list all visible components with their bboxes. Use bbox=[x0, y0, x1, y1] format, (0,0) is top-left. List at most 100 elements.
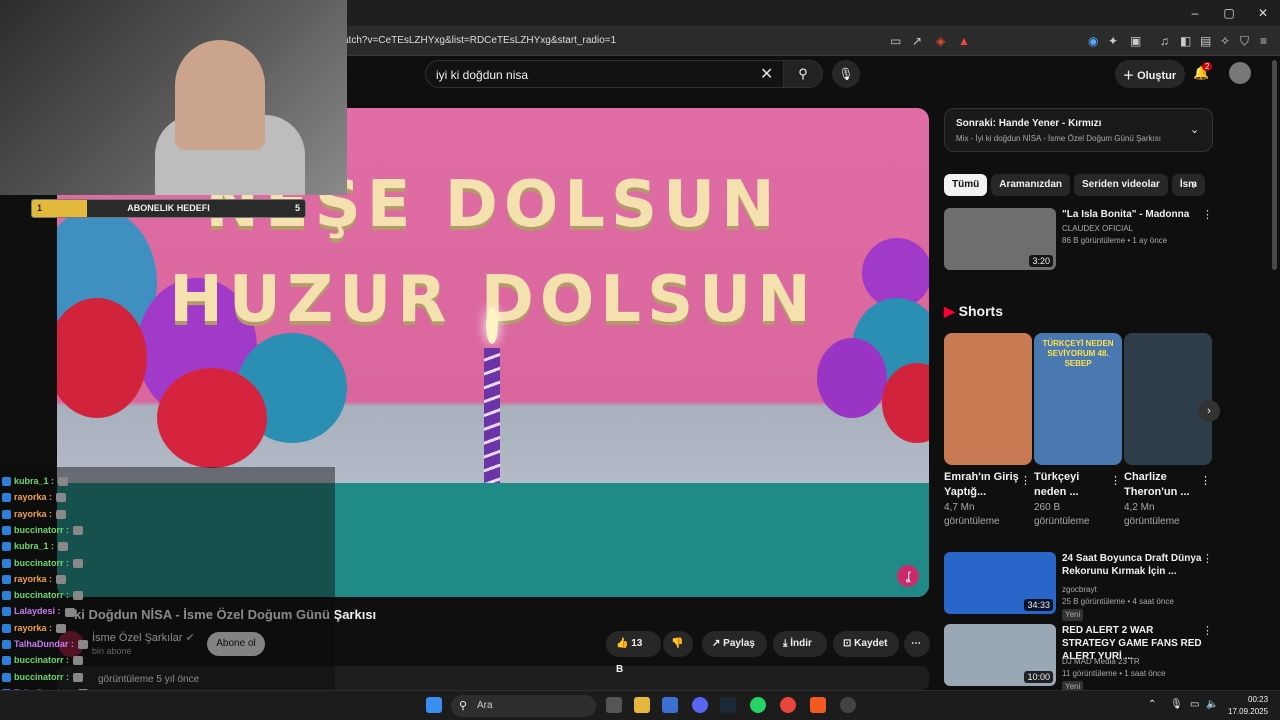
chip-name[interactable]: İsm bbox=[1171, 174, 1206, 196]
chevron-right-icon[interactable]: › bbox=[1192, 178, 1196, 192]
dislike-button[interactable]: 👎 bbox=[663, 631, 693, 657]
chat-message: kubra_1 : bbox=[2, 476, 69, 487]
file-explorer-icon[interactable] bbox=[634, 697, 650, 713]
short-thumbnail[interactable] bbox=[944, 333, 1032, 465]
download-button[interactable]: ⤓ İndir bbox=[773, 631, 827, 657]
short-thumbnail[interactable]: TÜRKÇEYİ NEDEN SEVİYORUM 48. SEBEP bbox=[1034, 333, 1122, 465]
volume-icon[interactable]: 🔈 bbox=[1206, 699, 1218, 710]
emote-icon bbox=[64, 607, 75, 617]
restore-button[interactable]: ▢ bbox=[1212, 6, 1246, 20]
more-icon[interactable]: ⋮ bbox=[1202, 208, 1213, 221]
more-icon[interactable]: ⋮ bbox=[1110, 474, 1121, 487]
brave-rewards-icon[interactable]: ▲ bbox=[958, 34, 970, 48]
voice-search-button[interactable]: 🎙 bbox=[832, 60, 860, 88]
rec-thumbnail[interactable]: 10:00 bbox=[944, 624, 1056, 686]
chat-username: Lalaydesi : bbox=[14, 606, 61, 617]
close-button[interactable]: ✕ bbox=[1246, 6, 1280, 20]
save-button[interactable]: ⊡ Kaydet bbox=[833, 631, 899, 657]
more-icon[interactable]: ⋮ bbox=[1202, 552, 1213, 565]
taskbar-search[interactable]: Ara bbox=[451, 695, 596, 717]
short-title[interactable]: Emrah'ın Giriş Yaptığ... bbox=[944, 470, 1019, 500]
store-icon[interactable] bbox=[662, 697, 678, 713]
chat-message: rayorka : bbox=[2, 509, 67, 519]
search-input[interactable]: iyi ki doğdun nisa bbox=[425, 60, 792, 88]
rec-title[interactable]: 24 Saat Boyunca Draft Dünya Rekorunu Kır… bbox=[1062, 552, 1202, 578]
ai-icon[interactable]: ✧ bbox=[1220, 34, 1230, 48]
chat-message: rayorka : bbox=[2, 573, 67, 584]
tray-chevron-icon[interactable]: ⌃ bbox=[1148, 699, 1156, 710]
chip-from-search[interactable]: Aramanızdan bbox=[991, 174, 1071, 196]
new-badge: Yeni bbox=[1062, 609, 1084, 621]
share-button[interactable]: ↗ Paylaş bbox=[702, 631, 767, 657]
user-badge-icon bbox=[2, 477, 11, 486]
share-label: Paylaş bbox=[723, 638, 755, 649]
more-actions-button[interactable]: ⋯ bbox=[904, 631, 930, 657]
rec-channel[interactable]: CLAUDEX OFICIAL bbox=[1062, 223, 1202, 235]
up-next-panel[interactable]: Sonraki: Hande Yener - Kırmızı Mix - İyi… bbox=[944, 108, 1213, 152]
chip-series[interactable]: Seriden videolar bbox=[1074, 174, 1168, 196]
rec-thumbnail[interactable]: 34:33 bbox=[944, 552, 1056, 614]
like-button[interactable]: 👍 13 B bbox=[606, 631, 661, 675]
short-title[interactable]: Türkçeyi neden ... bbox=[1034, 470, 1109, 500]
rec-thumbnail[interactable]: 3:20 bbox=[944, 208, 1056, 270]
audio-icon[interactable]: ◉ bbox=[1088, 34, 1098, 48]
chat-username: kubra_1 : bbox=[14, 541, 55, 552]
wallet-icon[interactable]: ▤ bbox=[1200, 34, 1211, 48]
discord-icon[interactable] bbox=[692, 697, 708, 713]
emote-icon bbox=[56, 493, 67, 503]
more-icon[interactable]: ⋮ bbox=[1020, 474, 1031, 487]
emote-icon bbox=[73, 656, 84, 666]
brave-icon[interactable] bbox=[810, 697, 826, 713]
media-icon[interactable]: ♫ bbox=[1160, 34, 1169, 48]
chip-all[interactable]: Tümü bbox=[944, 174, 988, 196]
share-icon[interactable]: ↗ bbox=[912, 34, 922, 48]
time: 00:23 bbox=[1248, 695, 1269, 704]
minimize-button[interactable]: – bbox=[1178, 6, 1212, 20]
user-badge-icon bbox=[2, 591, 11, 601]
screenshot-icon[interactable]: ▣ bbox=[1130, 34, 1141, 48]
chat-message: buccinatorr : bbox=[2, 672, 84, 682]
vpn-icon[interactable]: ⛉ bbox=[1240, 34, 1249, 49]
clear-search-icon[interactable]: ✕ bbox=[760, 64, 773, 84]
shorts-next-button[interactable]: › bbox=[1198, 400, 1220, 422]
sidebar-icon[interactable]: ◧ bbox=[1180, 34, 1191, 48]
chat-username: rayorka : bbox=[14, 573, 53, 584]
scrollbar[interactable] bbox=[1272, 60, 1277, 270]
rec-stats: 86 B görüntüleme • 1 ay önce bbox=[1062, 236, 1168, 245]
emote-icon bbox=[56, 509, 67, 519]
mic-tray-icon[interactable]: 🎙 bbox=[1170, 699, 1183, 710]
thumbs-up-icon: 👍 bbox=[616, 638, 632, 649]
cast-icon[interactable]: ▭ bbox=[890, 34, 901, 48]
obs-icon[interactable] bbox=[840, 697, 856, 713]
subscriber-goal-bar: 1 ABONELIK HEDEFI 5 bbox=[31, 199, 306, 218]
chat-message: rayorka : bbox=[2, 623, 67, 633]
chat-message: Lalaydesi : bbox=[2, 606, 75, 617]
user-badge-icon bbox=[2, 607, 11, 617]
start-icon[interactable] bbox=[426, 697, 442, 713]
create-button[interactable]: ＋ Oluştur bbox=[1115, 60, 1185, 88]
emote-icon bbox=[58, 542, 69, 552]
whatsapp-icon[interactable] bbox=[750, 697, 766, 713]
rec-channel[interactable]: DJ MAD Media 23 TR bbox=[1062, 656, 1202, 668]
account-avatar[interactable] bbox=[1229, 62, 1251, 84]
task-view-icon[interactable] bbox=[606, 697, 622, 713]
more-icon[interactable]: ⋮ bbox=[1202, 624, 1213, 637]
more-icon: ⋯ bbox=[911, 638, 921, 649]
short-thumbnail[interactable] bbox=[1124, 333, 1212, 465]
url-text[interactable]: atch?v=CeTEsLZHYxg&list=RDCeTEsLZHYxg&st… bbox=[343, 35, 616, 46]
clock[interactable]: 00:23 17.09.2025 bbox=[1228, 694, 1268, 718]
rec-title[interactable]: "La Isla Bonita" - Madonna bbox=[1062, 208, 1202, 221]
channel-watermark-icon[interactable]: ʆ bbox=[897, 565, 919, 587]
chevron-down-icon[interactable]: ⌄ bbox=[1190, 123, 1199, 136]
chrome-icon[interactable] bbox=[780, 697, 796, 713]
chat-message: buccinatorr : bbox=[2, 558, 84, 568]
search-button[interactable]: ⚲ bbox=[783, 60, 823, 88]
menu-icon[interactable]: ≡ bbox=[1260, 34, 1267, 48]
extension-icon[interactable]: ✦ bbox=[1108, 34, 1118, 48]
steam-icon[interactable] bbox=[720, 697, 736, 713]
more-icon[interactable]: ⋮ bbox=[1200, 474, 1211, 487]
short-title[interactable]: Charlize Theron'un ... bbox=[1124, 470, 1199, 500]
rec-channel[interactable]: zgocbrayt bbox=[1062, 584, 1202, 596]
brave-shield-icon[interactable]: ◈ bbox=[936, 34, 945, 48]
network-icon[interactable]: ▭ bbox=[1190, 699, 1199, 710]
